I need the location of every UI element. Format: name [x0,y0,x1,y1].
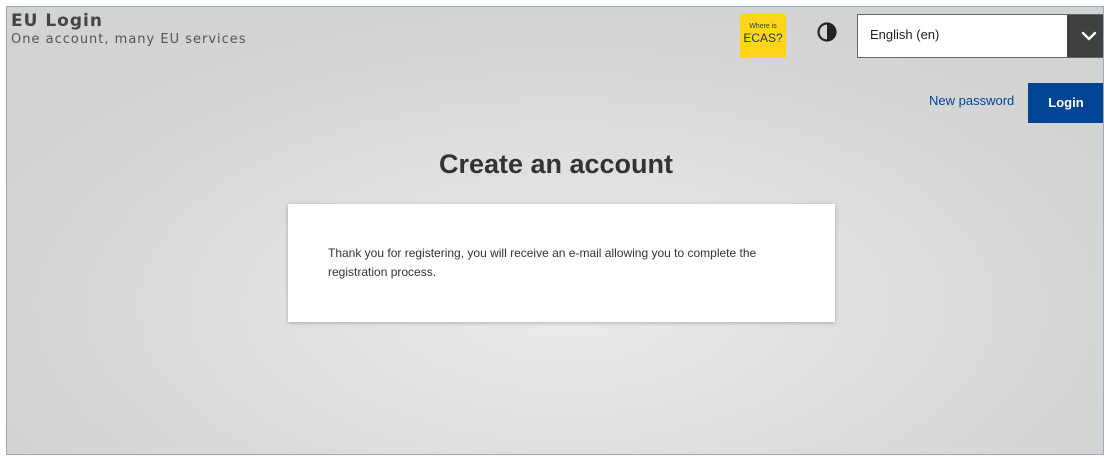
language-select[interactable]: English (en) [857,14,1103,58]
brand: EU Login One account, many EU services [11,11,247,49]
contrast-icon [817,22,837,42]
ecas-badge-line1: Where is [749,23,777,30]
brand-tagline: One account, many EU services [11,32,247,47]
language-select-value: English (en) [870,27,940,42]
confirmation-message: Thank you for registering, you will rece… [328,246,757,279]
login-button[interactable]: Login [1028,83,1103,123]
message-card: Thank you for registering, you will rece… [288,204,835,322]
contrast-toggle-button[interactable] [816,21,838,43]
brand-title: EU Login [11,11,103,31]
chevron-down-icon [1081,31,1097,41]
where-is-ecas-button[interactable]: Where is ECAS? [740,14,786,58]
new-password-link[interactable]: New password [929,93,1014,108]
language-select-arrow[interactable] [1067,15,1103,57]
ecas-badge-line2: ECAS? [743,31,783,45]
page-container: EU Login One account, many EU services W… [6,6,1104,455]
page-title: Create an account [438,149,674,179]
